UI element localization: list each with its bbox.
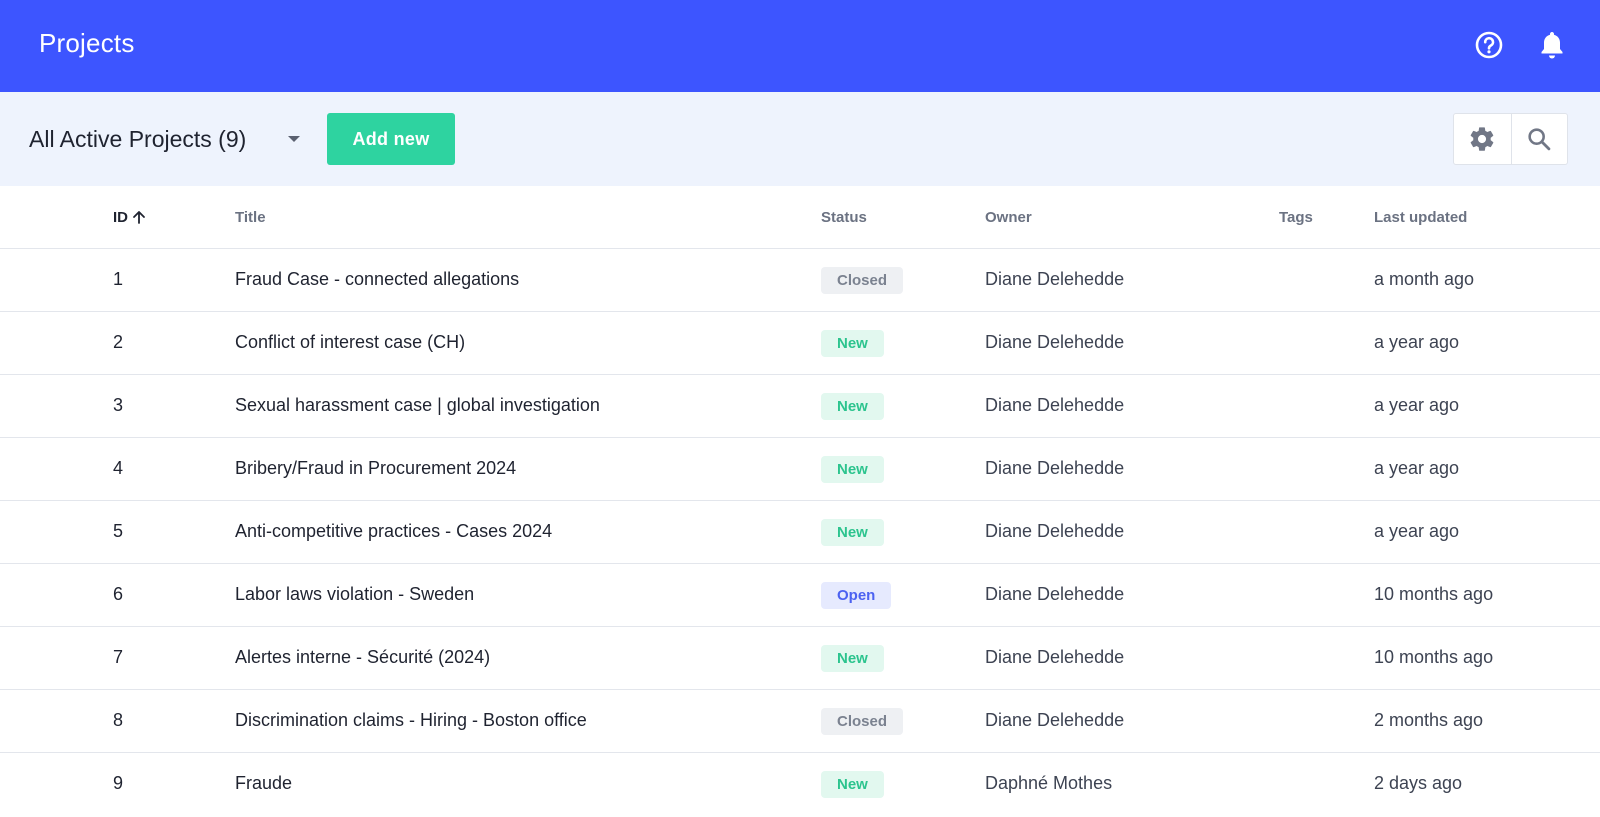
status-badge: Closed: [821, 708, 904, 735]
cell-id: 5: [113, 521, 124, 541]
cell-id: 2: [113, 332, 124, 352]
gear-icon: [1470, 127, 1494, 151]
cell-last-updated: 10 months ago: [1374, 584, 1494, 604]
toolbar-actions: [1453, 113, 1568, 165]
cell-owner: Diane Delehedde: [985, 584, 1125, 604]
column-header-owner[interactable]: Owner: [985, 209, 1032, 226]
cell-owner: Diane Delehedde: [985, 647, 1125, 667]
cell-last-updated: a month ago: [1374, 269, 1475, 289]
cell-title[interactable]: Sexual harassment case | global investig…: [235, 395, 600, 416]
status-badge: Open: [821, 582, 892, 609]
cell-owner: Diane Delehedde: [985, 395, 1125, 415]
status-badge: New: [821, 456, 884, 483]
cell-id: 6: [113, 584, 124, 604]
cell-last-updated: a year ago: [1374, 521, 1460, 541]
cell-id: 1: [113, 269, 124, 289]
column-header-id-label: ID: [113, 209, 128, 226]
caret-down-icon: [288, 136, 300, 142]
table-header: ID Title Status Owner Tags Last updated: [0, 186, 1600, 249]
cell-last-updated: 10 months ago: [1374, 647, 1494, 667]
column-header-status[interactable]: Status: [821, 209, 867, 226]
cell-last-updated: a year ago: [1374, 332, 1460, 352]
table-row[interactable]: 4 Bribery/Fraud in Procurement 2024 New …: [0, 438, 1600, 501]
arrow-up-sort-icon: [133, 211, 145, 224]
cell-owner: Diane Delehedde: [985, 521, 1125, 541]
status-badge: New: [821, 330, 884, 357]
table-row[interactable]: 9 Fraude New Daphné Mothes 2 days ago: [0, 753, 1600, 816]
column-header-tags[interactable]: Tags: [1279, 209, 1313, 226]
cell-title[interactable]: Bribery/Fraud in Procurement 2024: [235, 458, 516, 479]
cell-id: 4: [113, 458, 124, 478]
cell-title[interactable]: Labor laws violation - Sweden: [235, 584, 474, 605]
cell-id: 9: [113, 773, 124, 793]
cell-last-updated: 2 months ago: [1374, 710, 1484, 730]
status-badge: New: [821, 771, 884, 798]
cell-title[interactable]: Discrimination claims - Hiring - Boston …: [235, 710, 587, 731]
status-badge: New: [821, 519, 884, 546]
cell-title[interactable]: Alertes interne - Sécurité (2024): [235, 647, 490, 668]
table-row[interactable]: 2 Conflict of interest case (CH) New Dia…: [0, 312, 1600, 375]
cell-owner: Diane Delehedde: [985, 332, 1125, 352]
top-app-bar: Projects: [0, 0, 1600, 92]
cell-last-updated: a year ago: [1374, 458, 1460, 478]
cell-title[interactable]: Fraude: [235, 773, 292, 794]
cell-title[interactable]: Conflict of interest case (CH): [235, 332, 465, 353]
status-badge: Closed: [821, 267, 904, 294]
search-icon: [1528, 128, 1551, 151]
column-header-last-updated[interactable]: Last updated: [1374, 209, 1467, 226]
cell-owner: Diane Delehedde: [985, 710, 1125, 730]
table-row[interactable]: 6 Labor laws violation - Sweden Open Dia…: [0, 564, 1600, 627]
cell-owner: Daphné Mothes: [985, 773, 1113, 793]
cell-title[interactable]: Fraud Case - connected allegations: [235, 269, 519, 290]
table-row[interactable]: 1 Fraud Case - connected allegations Clo…: [0, 249, 1600, 312]
table-row[interactable]: 7 Alertes interne - Sécurité (2024) New …: [0, 627, 1600, 690]
cell-title[interactable]: Anti-competitive practices - Cases 2024: [235, 521, 552, 542]
projects-table-body: 1 Fraud Case - connected allegations Clo…: [0, 249, 1600, 816]
cell-owner: Diane Delehedde: [985, 269, 1125, 289]
cell-last-updated: 2 days ago: [1374, 773, 1463, 793]
view-selector[interactable]: All Active Projects (9): [29, 122, 300, 156]
status-badge: New: [821, 645, 884, 672]
search-button[interactable]: [1510, 114, 1568, 164]
column-header-title[interactable]: Title: [235, 209, 266, 226]
cell-id: 8: [113, 710, 124, 730]
help-circle-icon[interactable]: [1474, 30, 1504, 60]
table-row[interactable]: 3 Sexual harassment case | global invest…: [0, 375, 1600, 438]
column-header-id[interactable]: ID: [113, 209, 147, 226]
cell-owner: Diane Delehedde: [985, 458, 1125, 478]
view-selector-label: All Active Projects (9): [29, 125, 247, 152]
page-title: Projects: [39, 28, 135, 58]
table-row[interactable]: 8 Discrimination claims - Hiring - Bosto…: [0, 690, 1600, 753]
cell-id: 7: [113, 647, 124, 667]
status-badge: New: [821, 393, 884, 420]
add-new-button[interactable]: Add new: [327, 113, 455, 165]
table-row[interactable]: 5 Anti-competitive practices - Cases 202…: [0, 501, 1600, 564]
settings-button[interactable]: [1454, 114, 1511, 164]
bell-icon[interactable]: [1537, 29, 1567, 61]
cell-last-updated: a year ago: [1374, 395, 1460, 415]
cell-id: 3: [113, 395, 124, 415]
